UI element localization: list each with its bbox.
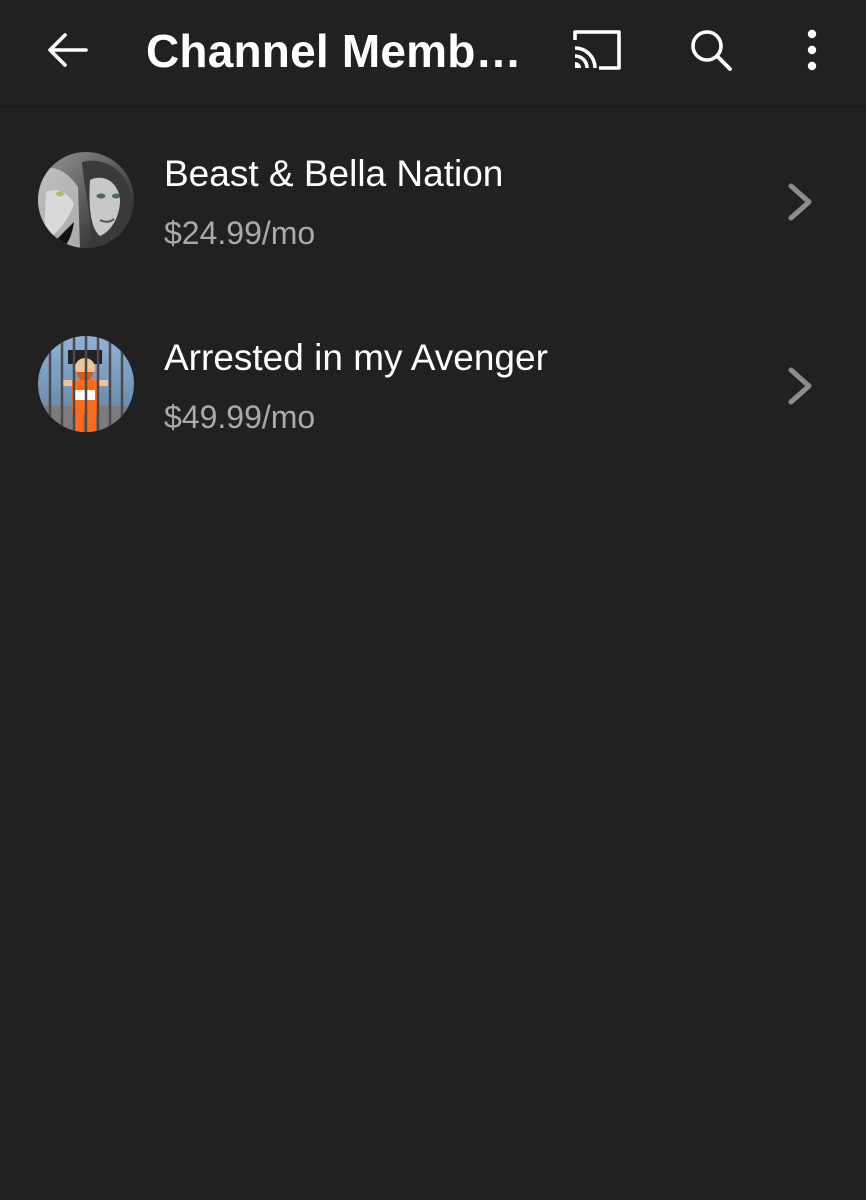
more-options-button[interactable] <box>782 22 842 78</box>
membership-price: $24.99/mo <box>164 215 316 251</box>
app-screen: Channel Membe… Beast & Bella Nation $24.… <box>0 0 866 1200</box>
cast-icon <box>573 30 621 70</box>
channel-avatar <box>38 336 134 432</box>
search-icon <box>691 30 732 71</box>
membership-row[interactable]: Beast & Bella Nation $24.99/mo <box>0 106 866 290</box>
channel-name: Beast & Bella Nation <box>164 153 504 194</box>
back-button[interactable] <box>30 22 106 78</box>
membership-list: Beast & Bella Nation $24.99/mo Arrested … <box>0 106 866 474</box>
chevron-right-icon <box>788 183 812 221</box>
page-title: Channel Membe… <box>146 25 536 77</box>
more-vertical-icon <box>807 29 817 71</box>
prisoner-avatar <box>38 336 134 432</box>
wolf-woman-avatar <box>38 152 134 248</box>
search-button[interactable] <box>674 22 748 78</box>
channel-name: Arrested in my Avenger <box>164 337 548 378</box>
cast-button[interactable] <box>560 22 634 78</box>
top-app-bar: Channel Membe… <box>0 0 866 106</box>
channel-avatar <box>38 152 134 248</box>
membership-price: $49.99/mo <box>164 399 316 435</box>
chevron-right-icon <box>788 367 812 405</box>
arrow-left-icon <box>48 33 88 67</box>
membership-row[interactable]: Arrested in my Avenger $49.99/mo <box>0 290 866 474</box>
